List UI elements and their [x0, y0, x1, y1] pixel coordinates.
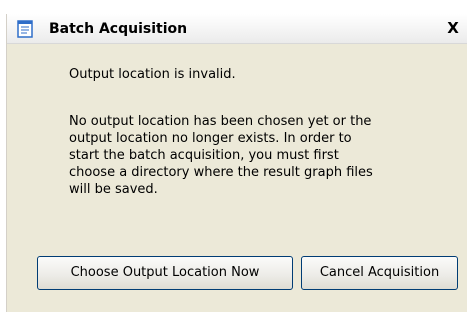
close-button[interactable]: X [443, 18, 463, 38]
document-icon [16, 20, 34, 38]
cancel-acquisition-button[interactable]: Cancel Acquisition [301, 256, 458, 290]
batch-acquisition-dialog: Batch Acquisition X Output location is i… [6, 14, 467, 312]
title-bar[interactable]: Batch Acquisition X [7, 14, 467, 44]
window-title: Batch Acquisition [49, 21, 188, 37]
message-line: start the batch acquisition, you must fi… [69, 148, 339, 163]
choose-output-location-button[interactable]: Choose Output Location Now [37, 256, 293, 290]
message-line: choose a directory where the result grap… [69, 165, 373, 180]
message-line: output location no longer exists. In ord… [69, 131, 352, 146]
message-line: No output location has been chosen yet o… [69, 114, 372, 129]
message-line: will be saved. [69, 182, 158, 197]
message-body: No output location has been chosen yet o… [69, 113, 451, 198]
message-title: Output location is invalid. [69, 67, 236, 82]
